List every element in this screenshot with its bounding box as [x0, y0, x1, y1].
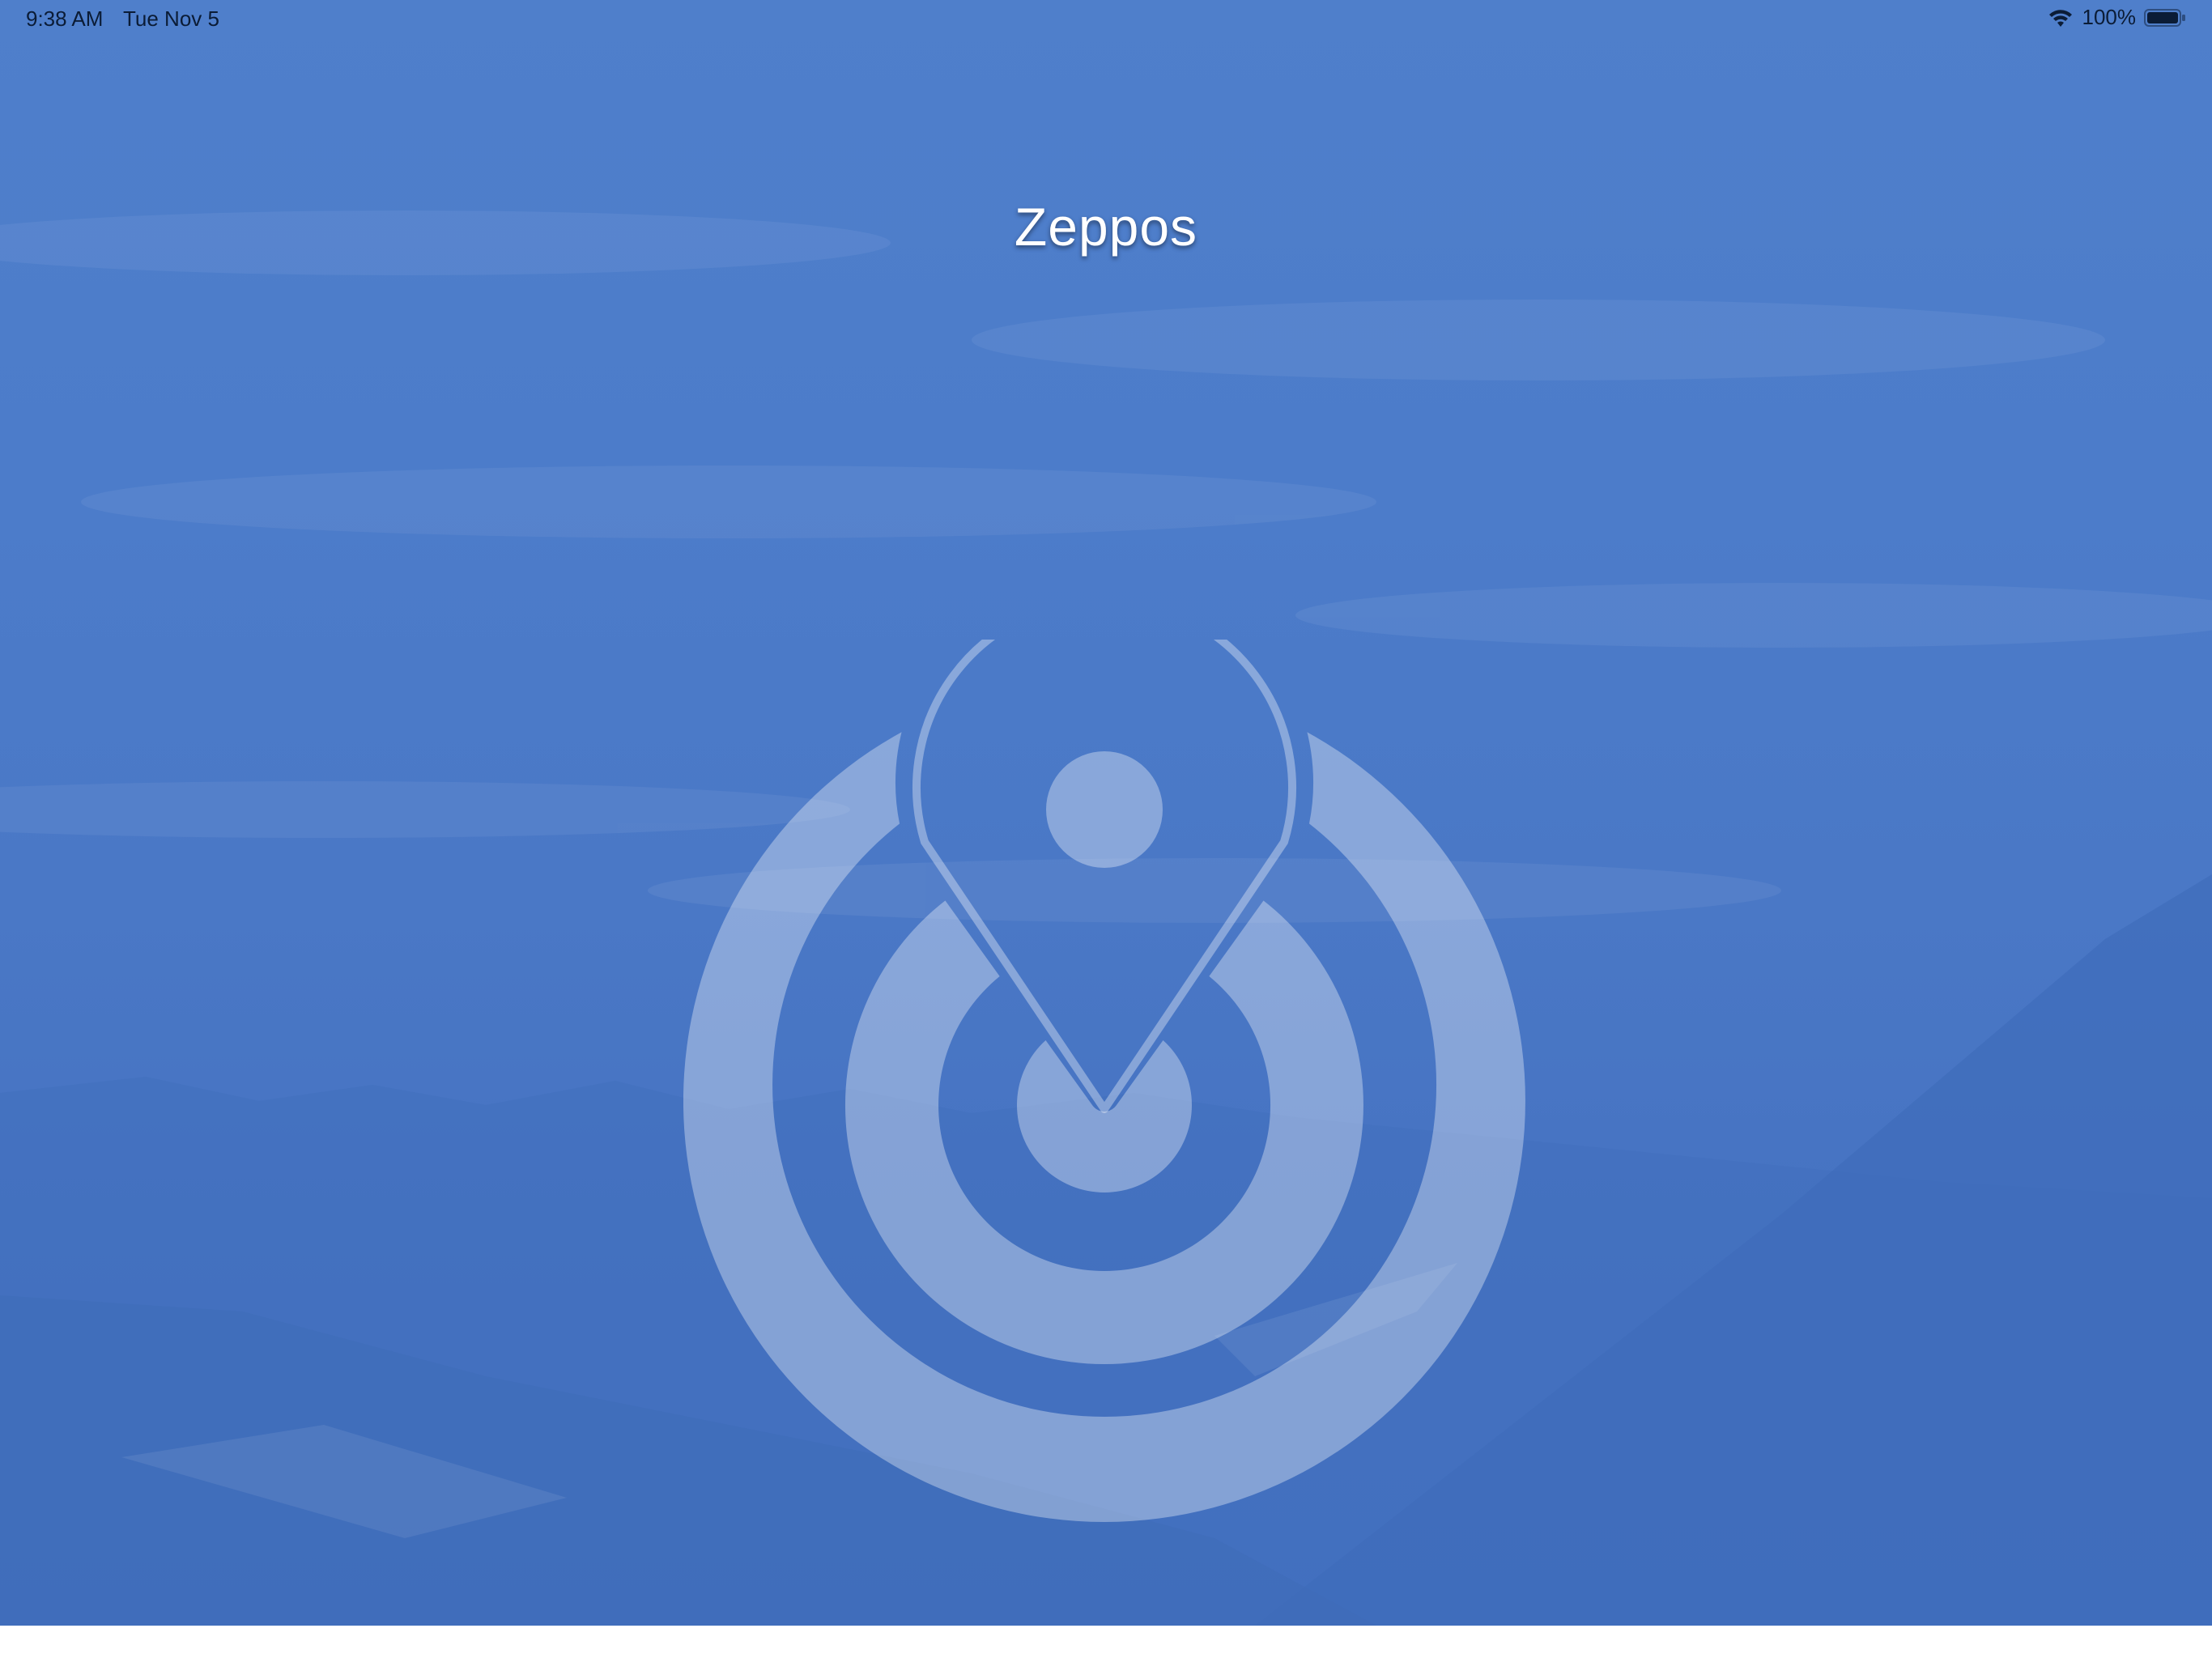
wifi-icon — [2048, 9, 2072, 27]
location-pin-target-icon — [683, 640, 1525, 1522]
status-date: Tue Nov 5 — [123, 6, 219, 31]
status-right-group: 100% — [2047, 5, 2187, 30]
status-bar: 9:38 AM Tue Nov 5 100% — [0, 0, 2212, 39]
app-title: Zeppos — [1014, 197, 1198, 257]
battery-percent: 100% — [2082, 5, 2137, 29]
battery-icon — [2144, 8, 2185, 27]
status-time: 9:38 AM — [26, 6, 104, 31]
splash-screen: 9:38 AM Tue Nov 5 100% Zeppos — [0, 0, 2212, 1626]
